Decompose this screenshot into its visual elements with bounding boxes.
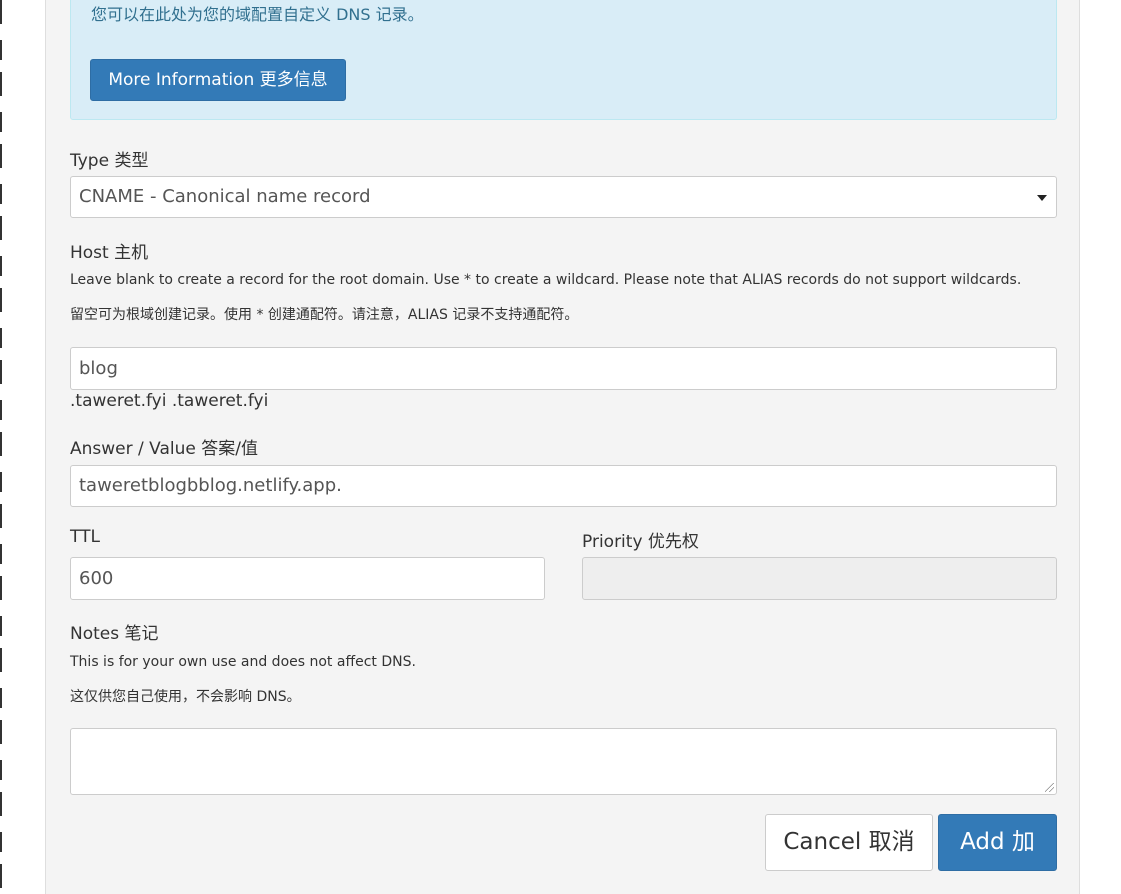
info-text: 您可以在此处为您的域配置自定义 DNS 记录。 — [91, 5, 424, 24]
cancel-button[interactable]: Cancel 取消 — [765, 814, 933, 871]
answer-label: Answer / Value 答案/值 — [70, 439, 258, 459]
notes-help-en: This is for your own use and does not af… — [70, 654, 416, 670]
dns-record-form-panel: 您可以在此处为您的域配置自定义 DNS 记录。 More Information… — [45, 0, 1080, 894]
host-label: Host 主机 — [70, 243, 149, 263]
notes-help-zh: 这仅供您自己使用，不会影响 DNS。 — [70, 689, 301, 705]
notes-label: Notes 笔记 — [70, 624, 159, 644]
answer-input[interactable]: taweretblogbblog.netlify.app. — [70, 465, 1057, 507]
host-help-zh: 留空可为根域创建记录。使用 * 创建通配符。请注意，ALIAS 记录不支持通配符… — [70, 307, 579, 323]
host-domain-suffix: .taweret.fyi .taweret.fyi — [70, 391, 269, 411]
priority-input — [582, 557, 1057, 600]
host-help-en: Leave blank to create a record for the r… — [70, 272, 1022, 288]
ttl-label: TTL — [70, 527, 100, 547]
add-button[interactable]: Add 加 — [938, 814, 1057, 871]
type-select[interactable]: CNAME - Canonical name record — [70, 176, 1057, 218]
ttl-input[interactable]: 600 — [70, 557, 545, 600]
chevron-down-icon — [1037, 195, 1047, 201]
notes-textarea[interactable] — [70, 728, 1057, 795]
type-label: Type 类型 — [70, 151, 149, 171]
info-alert: 您可以在此处为您的域配置自定义 DNS 记录。 More Information… — [70, 0, 1057, 120]
priority-label: Priority 优先权 — [582, 532, 699, 552]
more-information-button[interactable]: More Information 更多信息 — [90, 59, 346, 101]
window-edge — [0, 0, 2, 894]
resize-handle-icon[interactable] — [1045, 783, 1054, 792]
type-select-value: CNAME - Canonical name record — [79, 186, 371, 207]
host-input[interactable]: blog — [70, 347, 1057, 390]
